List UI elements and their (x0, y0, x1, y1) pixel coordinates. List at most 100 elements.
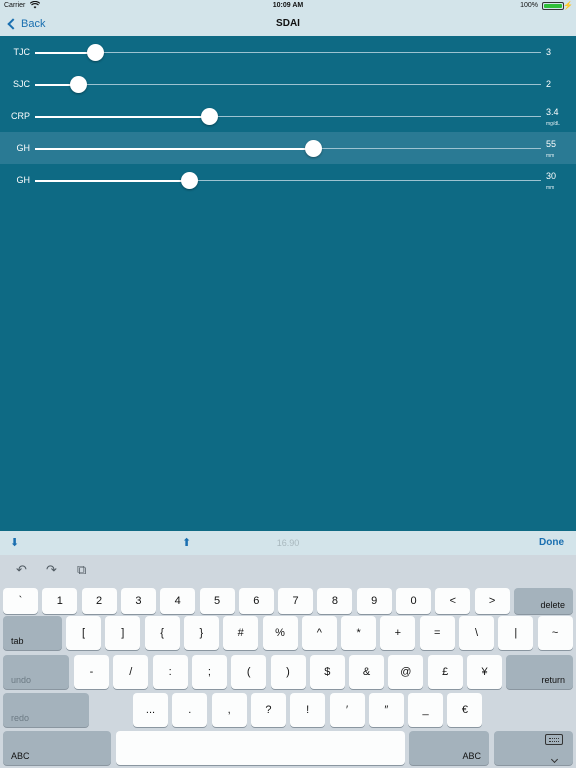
key[interactable]: ¥ (467, 655, 502, 689)
key[interactable]: 0 (396, 588, 431, 614)
key[interactable]: [ (66, 616, 101, 650)
current-value-display: 16.90 (276, 538, 300, 548)
slider-thumb[interactable] (87, 44, 105, 61)
key[interactable]: * (341, 616, 377, 650)
key[interactable]: ( (231, 655, 267, 689)
slider-fill (35, 147, 314, 150)
slider-row-crp: CRP 3.4 mg/dL (0, 100, 576, 132)
key[interactable]: . (172, 693, 208, 727)
key[interactable]: ` (3, 588, 38, 614)
slider-track[interactable] (35, 108, 541, 125)
delete-key[interactable]: delete (514, 588, 573, 614)
slider-row-tjc: TJC 3 (0, 36, 576, 68)
key[interactable]: $ (309, 655, 345, 689)
slider-unit: mm (546, 153, 555, 159)
slider-thumb[interactable] (304, 140, 322, 157)
keyboard: ↶ ↷ ⧉ ` 1 2 3 4 5 6 7 8 9 0 < > delete tab []{} #% ^ * +… (0, 555, 576, 768)
slider-thumb[interactable] (201, 108, 219, 125)
slider-track[interactable] (35, 140, 541, 157)
undo-key[interactable]: undo (3, 655, 69, 689)
keyboard-shortcut-bar: ↶ ↷ ⧉ (0, 555, 576, 585)
key[interactable]: + (380, 616, 416, 650)
chevron-down-icon (550, 755, 559, 764)
key[interactable]: - (74, 655, 109, 689)
key[interactable]: < (435, 588, 471, 614)
key[interactable]: £ (427, 655, 463, 689)
slider-value: 3 (546, 47, 552, 57)
key[interactable]: ; (191, 655, 227, 689)
key[interactable]: 8 (317, 588, 353, 614)
page-title: SDAI (276, 18, 300, 29)
slider-unit: mg/dL (546, 121, 560, 127)
key[interactable]: | (498, 616, 534, 650)
tab-key[interactable]: tab (3, 616, 62, 650)
slider-thumb[interactable] (69, 76, 87, 93)
key[interactable]: , (211, 693, 247, 727)
slider-fill (35, 179, 190, 182)
key[interactable]: > (474, 588, 510, 614)
key[interactable]: 3 (120, 588, 156, 614)
key[interactable]: ^ (301, 616, 337, 650)
key[interactable]: ] (105, 616, 141, 650)
key[interactable]: = (419, 616, 455, 650)
key[interactable]: { (144, 616, 180, 650)
done-button[interactable]: Done (539, 537, 564, 548)
key[interactable]: 6 (238, 588, 274, 614)
key[interactable]: € (447, 693, 483, 727)
key[interactable]: ′ (329, 693, 365, 727)
key[interactable]: } (183, 616, 219, 650)
key[interactable]: % (262, 616, 298, 650)
key[interactable]: @ (388, 655, 424, 689)
key[interactable]: \ (459, 616, 494, 650)
slider-row-sjc: SJC 2 (0, 68, 576, 100)
key[interactable]: ... (133, 693, 168, 727)
slider-list: TJC 3 SJC 2 CRP 3.4 mg/dL GH 55 mm GH 30… (0, 36, 576, 196)
key[interactable]: / (113, 655, 149, 689)
keyboard-icon (545, 734, 563, 745)
key[interactable]: 4 (160, 588, 196, 614)
key[interactable]: : (152, 655, 188, 689)
return-key[interactable]: return (506, 655, 573, 689)
slider-unit: mm (546, 185, 555, 191)
battery-icon (542, 2, 564, 10)
key[interactable]: ) (270, 655, 306, 689)
slider-track[interactable] (35, 76, 541, 93)
redo-key[interactable]: redo (3, 693, 89, 727)
space-key[interactable] (116, 731, 405, 765)
slider-label: GH (16, 175, 31, 185)
slider-track[interactable] (35, 44, 541, 61)
keyboard-accessory-bar: ⬇ ⬆ 16.90 Done (0, 531, 576, 555)
abc-left-key[interactable]: ABC (3, 731, 111, 765)
slider-label: GH (16, 143, 31, 153)
key[interactable]: ? (250, 693, 286, 727)
slider-value: 2 (546, 79, 552, 89)
key[interactable]: ″ (368, 693, 404, 727)
slider-value: 55 (546, 139, 557, 149)
slider-label: TJC (13, 47, 31, 57)
key[interactable]: 5 (199, 588, 235, 614)
key[interactable]: 2 (81, 588, 117, 614)
key[interactable]: ~ (537, 616, 573, 650)
abc-right-key[interactable]: ABC (409, 731, 489, 765)
key[interactable]: ! (290, 693, 326, 727)
key[interactable]: 9 (356, 588, 392, 614)
key[interactable]: _ (408, 693, 444, 727)
slider-track[interactable] (35, 172, 541, 189)
key[interactable]: 7 (278, 588, 314, 614)
key[interactable]: # (223, 616, 259, 650)
undo-icon[interactable]: ↶ (16, 562, 27, 578)
navigation-bar: Back SDAI (0, 12, 576, 36)
slider-value: 3.4 (546, 107, 559, 117)
battery-percentage: 100% (520, 2, 538, 9)
key[interactable]: & (349, 655, 385, 689)
dismiss-keyboard-key[interactable] (494, 731, 573, 765)
paste-icon[interactable]: ⧉ (77, 562, 86, 578)
slider-row-gh-selected: GH 55 mm (0, 132, 576, 164)
slider-thumb[interactable] (180, 172, 198, 189)
status-bar: Carrier 10:09 AM 100% ⚡ (0, 0, 576, 12)
slider-label: CRP (10, 111, 30, 121)
slider-row-gh: GH 30 mm (0, 164, 576, 196)
redo-icon[interactable]: ↷ (46, 562, 57, 578)
key[interactable]: 1 (42, 588, 78, 614)
clock: 10:09 AM (272, 2, 304, 9)
